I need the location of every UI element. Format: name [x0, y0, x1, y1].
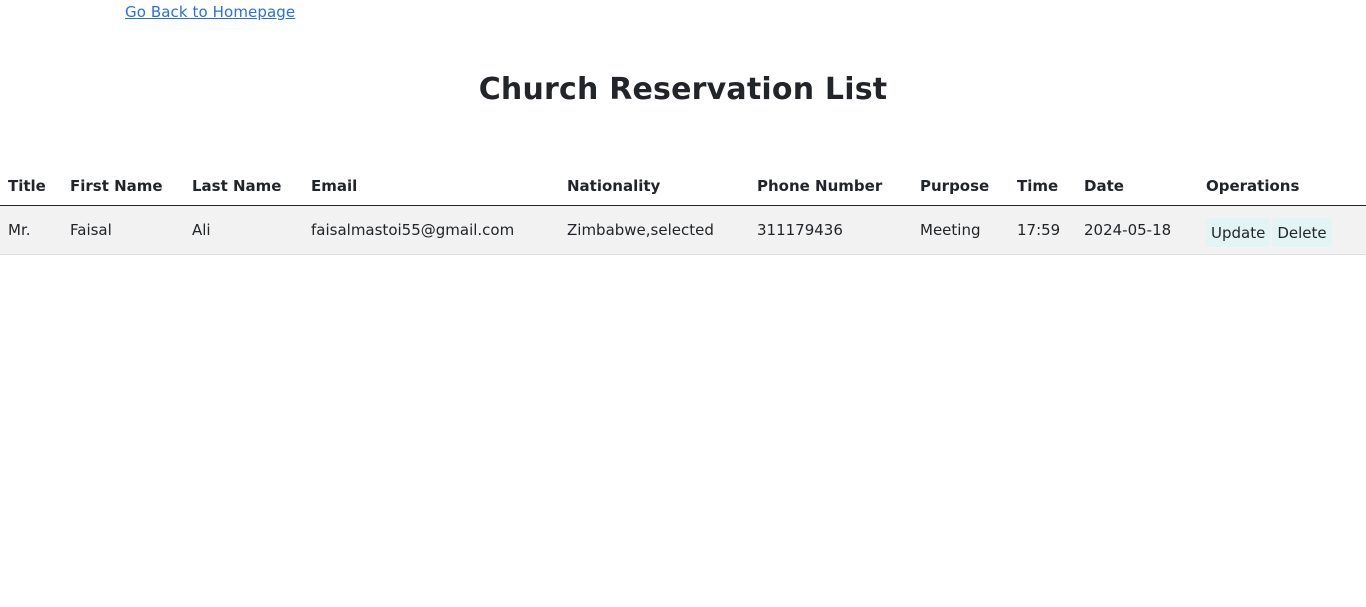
cell-purpose: Meeting: [912, 205, 1009, 255]
cell-email: faisalmastoi55@gmail.com: [303, 205, 559, 255]
column-header-title: Title: [0, 168, 62, 206]
cell-date: 2024-05-18: [1076, 205, 1198, 255]
table-body: Mr. Faisal Ali faisalmastoi55@gmail.com …: [0, 205, 1366, 255]
column-header-first-name: First Name: [62, 168, 184, 206]
table-row: Mr. Faisal Ali faisalmastoi55@gmail.com …: [0, 205, 1366, 255]
cell-time: 17:59: [1009, 205, 1076, 255]
column-header-time: Time: [1009, 168, 1076, 206]
back-to-homepage-link[interactable]: Go Back to Homepage: [125, 3, 295, 21]
cell-operations: Update Delete: [1198, 205, 1366, 255]
header-row: Title First Name Last Name Email Nationa…: [0, 168, 1366, 206]
cell-last-name: Ali: [184, 205, 303, 255]
column-header-purpose: Purpose: [912, 168, 1009, 206]
cell-nationality: Zimbabwe,selected: [559, 205, 749, 255]
column-header-email: Email: [303, 168, 559, 206]
reservation-table: Title First Name Last Name Email Nationa…: [0, 168, 1366, 255]
delete-button[interactable]: Delete: [1272, 217, 1332, 247]
column-header-phone-number: Phone Number: [749, 168, 912, 206]
cell-phone-number: 311179436: [749, 205, 912, 255]
column-header-operations: Operations: [1198, 168, 1366, 206]
column-header-nationality: Nationality: [559, 168, 749, 206]
page-title: Church Reservation List: [478, 72, 888, 107]
column-header-last-name: Last Name: [184, 168, 303, 206]
page: Go Back to Homepage Church Reservation L…: [0, 0, 1366, 607]
table-header: Title First Name Last Name Email Nationa…: [0, 168, 1366, 206]
cell-title: Mr.: [0, 205, 62, 255]
update-button[interactable]: Update: [1206, 217, 1271, 247]
cell-first-name: Faisal: [62, 205, 184, 255]
column-header-date: Date: [1076, 168, 1198, 206]
